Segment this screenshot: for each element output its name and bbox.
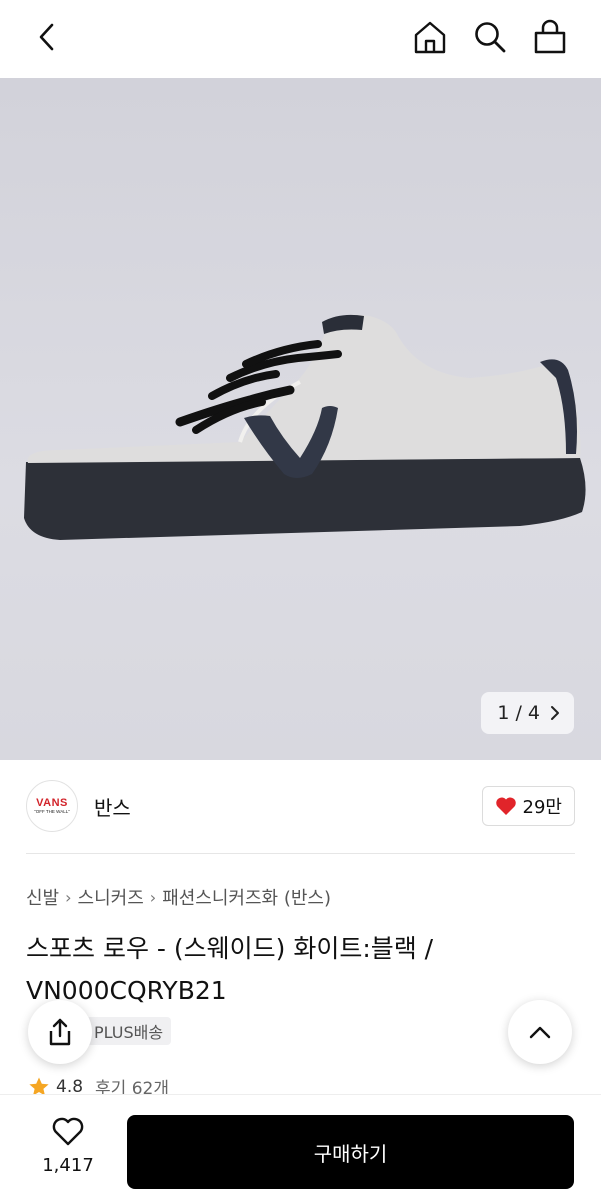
top-nav-bar: [0, 0, 601, 78]
bottom-action-bar: 1,417 구매하기: [0, 1094, 601, 1200]
chevron-left-icon: [39, 23, 54, 51]
breadcrumb: 신발 › 스니커즈 › 패션스니커즈화 (반스): [26, 884, 331, 910]
breadcrumb-item-fashion-sneakers[interactable]: 패션스니커즈화 (반스): [162, 884, 331, 910]
plus-delivery-badge: PLUS배송: [86, 1017, 172, 1045]
image-counter-text: 1 / 4: [497, 702, 540, 724]
back-button[interactable]: [24, 14, 70, 60]
home-icon: [414, 21, 446, 54]
breadcrumb-item-sneakers[interactable]: 스니커즈: [78, 884, 144, 910]
shopping-bag-icon: [534, 19, 566, 54]
cart-button[interactable]: [527, 14, 573, 60]
product-image: [24, 314, 586, 540]
brand-logo-text: VANS: [36, 796, 68, 809]
heart-filled-icon: [495, 797, 516, 815]
brand-logo[interactable]: VANS "OFF THE WALL": [26, 780, 78, 832]
brand-logo-subtext: "OFF THE WALL": [34, 808, 70, 814]
chevron-right-icon: [551, 706, 559, 720]
brand-like-button[interactable]: 29만: [481, 786, 575, 826]
product-image-carousel[interactable]: 1 / 4: [0, 78, 601, 760]
scroll-top-button[interactable]: [508, 1000, 572, 1064]
buy-button[interactable]: 구매하기: [127, 1115, 574, 1189]
brand-row: VANS "OFF THE WALL" 반스 29만: [26, 780, 575, 834]
heart-outline-icon: [52, 1117, 84, 1146]
search-icon: [475, 22, 506, 53]
share-button[interactable]: [28, 1000, 92, 1064]
image-counter[interactable]: 1 / 4: [481, 692, 574, 734]
chevron-right-icon: ›: [65, 887, 72, 907]
home-button[interactable]: [407, 14, 453, 60]
chevron-right-icon: ›: [149, 887, 157, 907]
breadcrumb-item-shoes[interactable]: 신발: [26, 884, 59, 910]
wishlist-count: 1,417: [42, 1155, 94, 1176]
divider: [26, 853, 575, 854]
wishlist-button[interactable]: 1,417: [36, 1117, 100, 1176]
share-icon: [49, 1018, 71, 1046]
search-button[interactable]: [467, 14, 513, 60]
chevron-up-icon: [529, 1026, 551, 1039]
product-title: 스포츠 로우 - (스웨이드) 화이트:블랙 / VN000CQRYB21: [26, 934, 434, 1005]
brand-like-count: 29만: [522, 797, 562, 818]
brand-name[interactable]: 반스: [94, 792, 131, 821]
